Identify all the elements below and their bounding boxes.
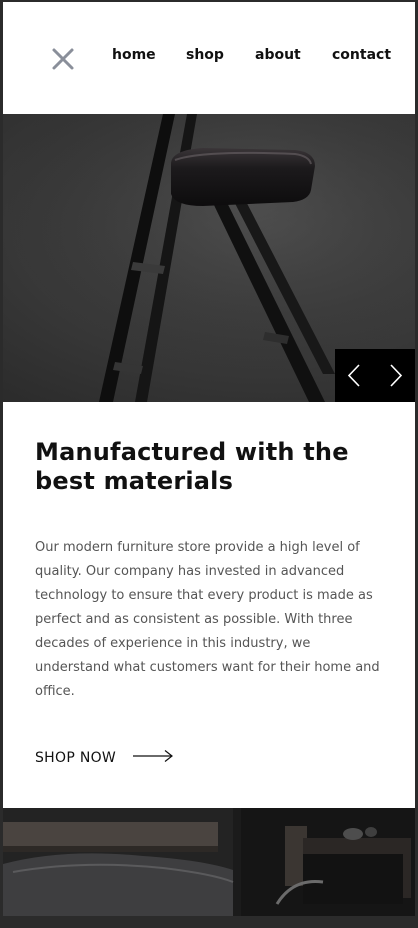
bedroom-photo xyxy=(3,808,415,916)
shop-now-label: SHOP NOW xyxy=(35,750,117,766)
top-nav: home shop about contact xyxy=(3,2,415,114)
page-frame: home shop about contact Manufactured wit… xyxy=(3,2,415,916)
slider-controls xyxy=(335,349,415,402)
bedroom-image xyxy=(3,808,415,916)
chevron-left-icon[interactable] xyxy=(335,349,375,402)
arrow-right-icon xyxy=(132,749,174,767)
nav-link-shop[interactable]: shop xyxy=(186,47,224,63)
shop-now-button[interactable]: SHOP NOW xyxy=(35,746,174,770)
chevron-right-icon[interactable] xyxy=(375,349,415,402)
nav-links: home shop about contact xyxy=(3,47,415,69)
page-title: Manufactured with the best materials xyxy=(35,438,349,495)
nav-link-contact[interactable]: contact xyxy=(332,47,391,63)
nav-link-about[interactable]: about xyxy=(255,47,301,63)
nav-link-home[interactable]: home xyxy=(112,47,156,63)
body-text: Our modern furniture store provide a hig… xyxy=(35,540,380,699)
hero-image xyxy=(3,114,415,402)
